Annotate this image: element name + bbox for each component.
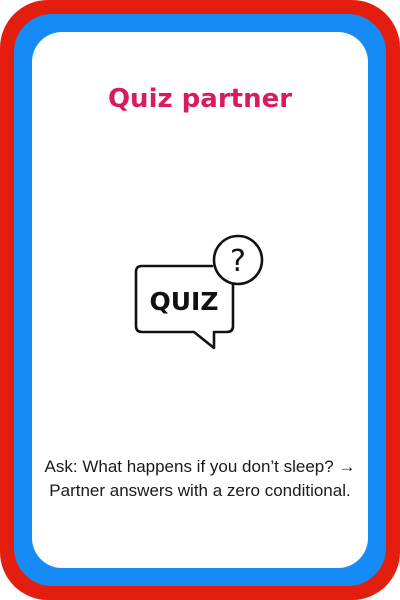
quiz-icon-label: QUIZ: [150, 287, 219, 316]
quiz-icon: ? QUIZ: [134, 234, 264, 350]
card-title: Quiz partner: [107, 84, 293, 114]
card-caption: Ask: What happens if you don’t sleep? → …: [44, 457, 356, 500]
question-mark-glyph: ?: [230, 244, 246, 279]
